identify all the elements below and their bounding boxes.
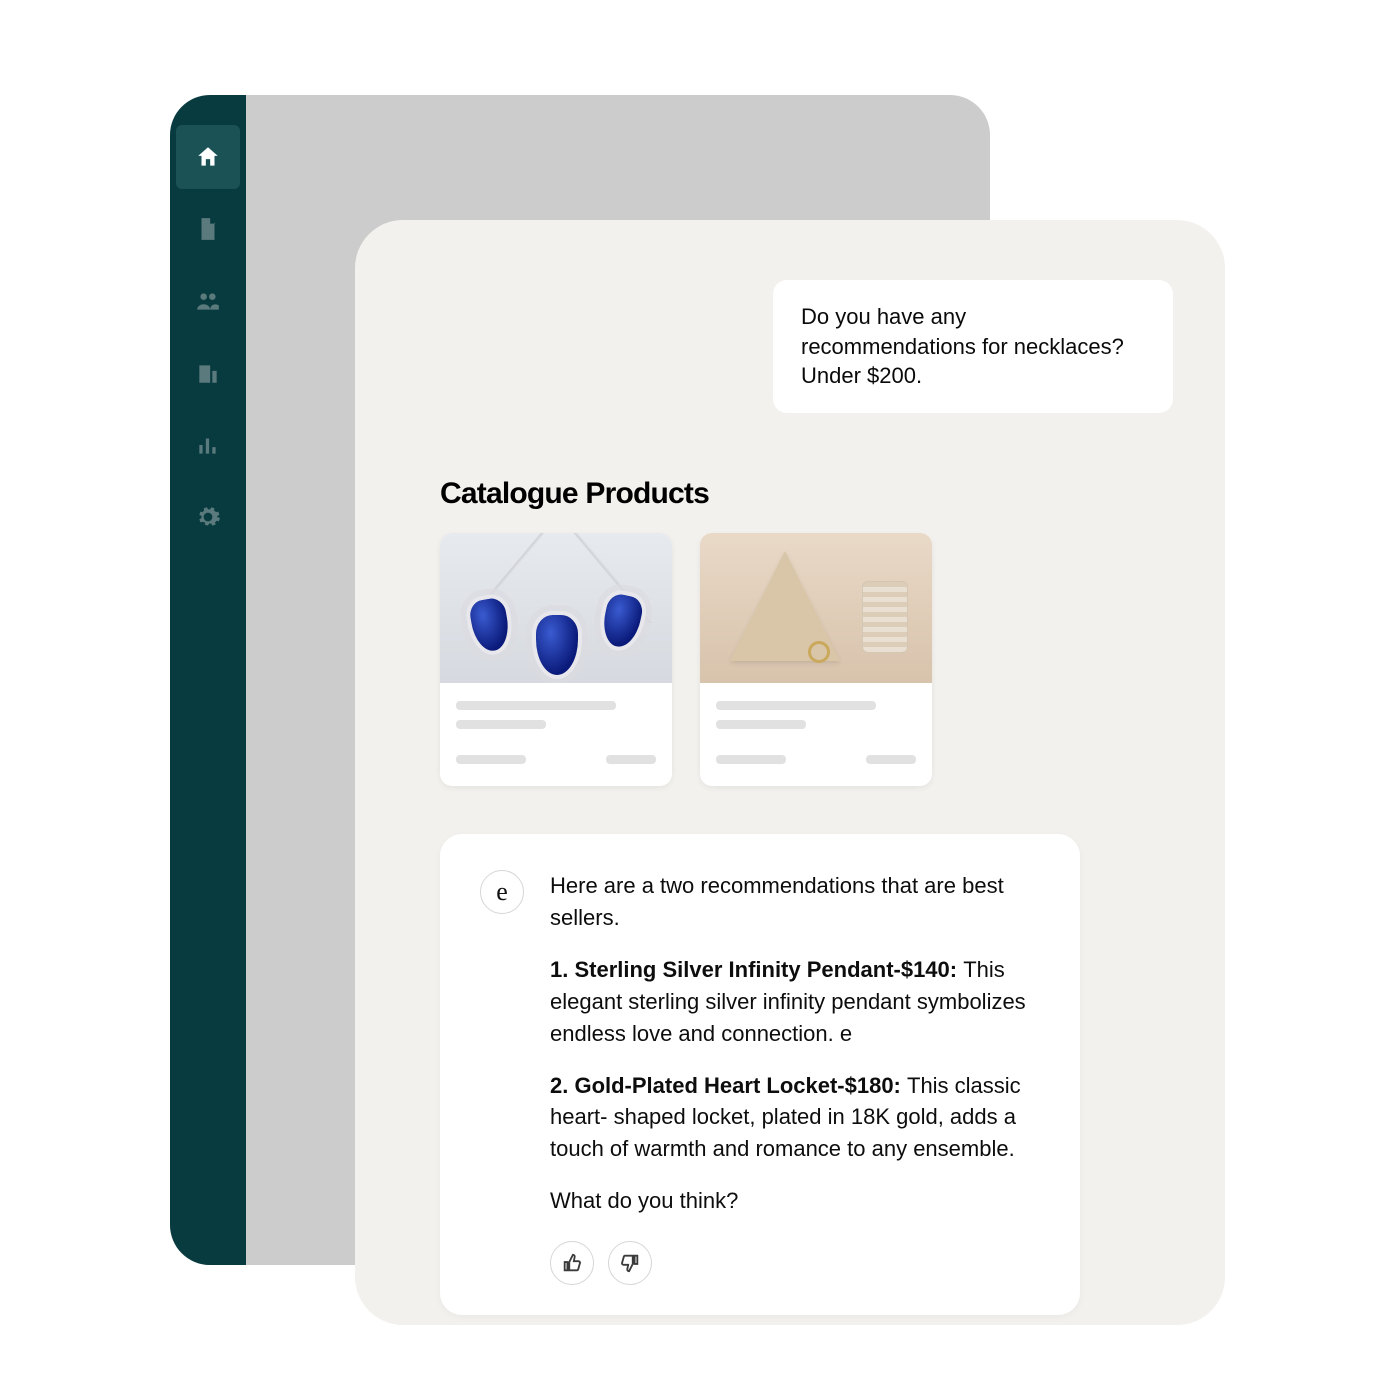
chat-panel: Do you have any recommendations for neck… bbox=[355, 220, 1225, 1325]
thumbs-down-icon bbox=[619, 1252, 641, 1274]
assistant-reply-card: e Here are a two recommendations that ar… bbox=[440, 834, 1080, 1315]
people-icon bbox=[195, 288, 221, 314]
sidebar-item-stats[interactable] bbox=[176, 413, 240, 477]
document-icon bbox=[195, 216, 221, 242]
thumbs-up-button[interactable] bbox=[550, 1241, 594, 1285]
product-image bbox=[440, 533, 672, 683]
product-meta-placeholder bbox=[700, 683, 932, 786]
thumbs-down-button[interactable] bbox=[608, 1241, 652, 1285]
sidebar-nav bbox=[170, 95, 246, 1265]
product-image bbox=[700, 533, 932, 683]
recommendation-1: 1. Sterling Silver Infinity Pendant-$140… bbox=[550, 954, 1036, 1050]
bar-chart-icon bbox=[195, 432, 221, 458]
assistant-intro-text: Here are a two recommendations that are … bbox=[550, 870, 1036, 934]
recommendation-2: 2. Gold-Plated Heart Locket-$180: This c… bbox=[550, 1070, 1036, 1166]
sidebar-item-people[interactable] bbox=[176, 269, 240, 333]
thumbs-up-icon bbox=[561, 1252, 583, 1274]
assistant-outro-text: What do you think? bbox=[550, 1185, 1036, 1217]
catalogue-title: Catalogue Products bbox=[440, 477, 1155, 511]
feedback-buttons bbox=[550, 1241, 1036, 1285]
sidebar-item-home[interactable] bbox=[176, 125, 240, 189]
sidebar-item-settings[interactable] bbox=[176, 485, 240, 549]
product-cards-row bbox=[440, 533, 1155, 786]
user-message-bubble: Do you have any recommendations for neck… bbox=[773, 280, 1173, 413]
product-card[interactable] bbox=[700, 533, 932, 786]
assistant-avatar: e bbox=[480, 870, 524, 914]
home-icon bbox=[195, 144, 221, 170]
product-meta-placeholder bbox=[440, 683, 672, 786]
building-icon bbox=[195, 360, 221, 386]
assistant-reply-body: Here are a two recommendations that are … bbox=[550, 870, 1036, 1285]
gear-icon bbox=[195, 504, 221, 530]
sidebar-item-building[interactable] bbox=[176, 341, 240, 405]
sidebar-item-document[interactable] bbox=[176, 197, 240, 261]
product-card[interactable] bbox=[440, 533, 672, 786]
